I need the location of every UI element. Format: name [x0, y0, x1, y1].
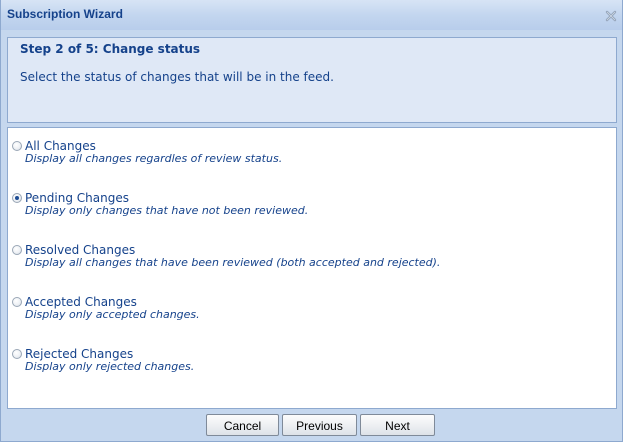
option-description: Display all changes regardles of review … [25, 152, 283, 165]
subscription-wizard-dialog: Subscription Wizard Step 2 of 5: Change … [0, 0, 623, 442]
option-description: Display only rejected changes. [25, 360, 195, 373]
option-rejected-changes[interactable]: Rejected Changes Display only rejected c… [12, 347, 607, 382]
close-icon[interactable] [604, 8, 618, 22]
status-options-panel: All Changes Display all changes regardle… [7, 127, 617, 409]
step-title: Step 2 of 5: Change status [20, 42, 201, 56]
step-description: Select the status of changes that will b… [20, 70, 334, 84]
option-label[interactable]: Pending Changes [25, 191, 129, 205]
option-all-changes[interactable]: All Changes Display all changes regardle… [12, 139, 607, 174]
option-accepted-changes[interactable]: Accepted Changes Display only accepted c… [12, 295, 607, 330]
radio-all-changes[interactable] [12, 141, 22, 151]
option-label[interactable]: All Changes [25, 139, 96, 153]
button-bar: Cancel Previous Next [1, 409, 622, 441]
next-button[interactable]: Next [360, 414, 435, 436]
radio-rejected-changes[interactable] [12, 349, 22, 359]
radio-accepted-changes[interactable] [12, 297, 22, 307]
previous-button[interactable]: Previous [282, 414, 357, 436]
radio-pending-changes[interactable] [12, 193, 22, 203]
option-resolved-changes[interactable]: Resolved Changes Display all changes tha… [12, 243, 607, 278]
option-description: Display all changes that have been revie… [25, 256, 441, 269]
option-label[interactable]: Rejected Changes [25, 347, 133, 361]
cancel-button[interactable]: Cancel [206, 414, 279, 436]
step-header-panel: Step 2 of 5: Change status Select the st… [7, 37, 617, 123]
window-title: Subscription Wizard [7, 7, 123, 21]
option-description: Display only accepted changes. [25, 308, 200, 321]
option-description: Display only changes that have not been … [25, 204, 309, 217]
option-label[interactable]: Resolved Changes [25, 243, 135, 257]
option-pending-changes[interactable]: Pending Changes Display only changes tha… [12, 191, 607, 226]
option-label[interactable]: Accepted Changes [25, 295, 137, 309]
radio-resolved-changes[interactable] [12, 245, 22, 255]
title-bar[interactable]: Subscription Wizard [1, 0, 622, 30]
